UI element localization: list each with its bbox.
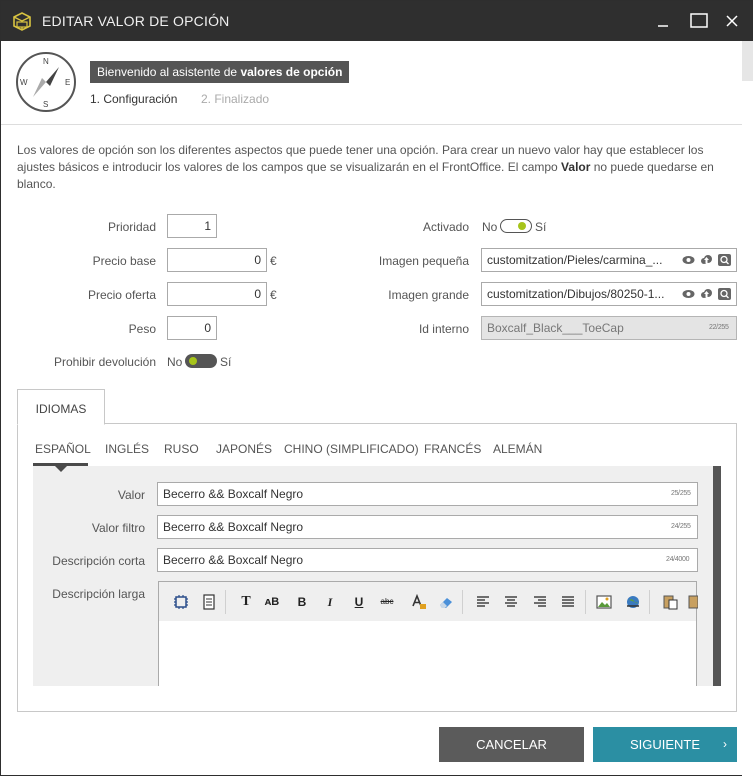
align-center-icon[interactable] [502,594,520,610]
upload-cloud-icon[interactable] [700,254,713,266]
peso-label: Peso [128,322,156,336]
precio-oferta-unit: € [270,288,277,302]
valor-filtro-counter: 24/255 [671,523,691,530]
activado-toggle[interactable]: No Sí [482,219,552,235]
tab-lang-aleman[interactable]: ALEMÁN [493,442,542,456]
svg-text:E: E [65,78,70,87]
window-title: EDITAR VALOR DE OPCIÓN [42,13,230,29]
precio-oferta-input[interactable]: 0 [167,282,267,306]
valor-input[interactable]: Becerro && Boxcalf Negro [157,482,698,506]
descripcion-corta-counter: 24/4000 [666,556,690,563]
zoom-icon[interactable] [718,288,731,300]
valor-filtro-input[interactable]: Becerro && Boxcalf Negro [157,515,698,539]
upload-cloud-icon[interactable] [700,288,713,300]
prioridad-label: Prioridad [107,220,156,234]
precio-base-unit: € [270,254,277,268]
align-left-icon[interactable] [474,594,492,610]
tab-lang-ingles[interactable]: INGLÉS [105,442,149,456]
peso-input[interactable]: 0 [167,316,217,340]
tab-lang-chino[interactable]: CHINO (SIMPLIFICADO) [284,442,419,456]
wizard-step-finalizado: 2. Finalizado [201,92,270,106]
id-interno-input: Boxcalf_Black___ToeCap [481,316,737,340]
zoom-icon[interactable] [718,254,731,266]
valor-label: Valor [117,488,145,502]
active-tab-caret [55,466,67,472]
window-scrollbar-thumb[interactable] [742,41,753,81]
link-globe-icon[interactable] [624,594,642,610]
descripcion-larga-editor[interactable] [158,621,697,686]
window-scrollbar[interactable] [742,41,753,777]
image-icon[interactable] [595,594,613,610]
id-interno-label: Id interno [418,322,469,336]
eraser-icon[interactable] [437,594,455,610]
paste-icon[interactable] [661,594,679,610]
source-icon[interactable] [172,594,190,610]
tab-lang-espanol[interactable]: ESPAÑOL [35,442,91,456]
paste-text-icon[interactable] [687,594,698,610]
descripcion-larga-label: Descripción larga [52,587,145,601]
panel-top-border [104,423,737,424]
text-style-icon[interactable]: T [237,594,255,610]
rich-text-toolbar: T ᴀB B I U abc [158,581,698,621]
eye-icon[interactable] [682,288,695,300]
valor-counter: 25/255 [671,490,691,497]
title-bar[interactable]: EDITAR VALOR DE OPCIÓN [1,1,752,41]
svg-text:N: N [43,57,49,66]
compass-icon: N E S W [16,52,76,112]
prioridad-input[interactable]: 1 [167,214,217,238]
strikethrough-icon[interactable]: abc [378,594,396,610]
valor-filtro-label: Valor filtro [91,521,145,535]
lang-content-scrollbar[interactable] [713,466,721,686]
align-justify-icon[interactable] [559,594,577,610]
bold-icon[interactable]: B [293,594,311,610]
prohibir-devolucion-toggle[interactable]: No Sí [167,354,237,370]
activado-label: Activado [422,220,469,234]
tab-lang-ruso[interactable]: RUSO [164,442,199,456]
intro-text: Los valores de opción son los diferentes… [17,143,714,191]
dialog-window: EDITAR VALOR DE OPCIÓN N E S W Bienvenid… [0,0,753,777]
maximize-icon[interactable] [687,9,711,33]
tab-lang-frances[interactable]: FRANCÉS [424,442,481,456]
minimize-icon[interactable] [651,9,675,33]
small-caps-icon[interactable]: ᴀB [263,594,281,610]
id-interno-counter: 22/255 [709,324,729,331]
italic-icon[interactable]: I [321,594,339,610]
align-right-icon[interactable] [531,594,549,610]
descripcion-corta-input[interactable]: Becerro && Boxcalf Negro [157,548,698,572]
svg-text:W: W [20,78,28,87]
font-color-icon[interactable] [409,594,427,610]
close-icon[interactable] [720,9,744,33]
eye-icon[interactable] [682,254,695,266]
next-button[interactable]: SIGUIENTE › [593,727,737,762]
precio-base-input[interactable]: 0 [167,248,267,272]
imagen-pequena-label: Imagen pequeña [378,254,469,268]
descripcion-corta-label: Descripción corta [52,554,145,568]
tab-idiomas[interactable]: IDIOMAS [17,389,105,425]
cancel-button[interactable]: CANCELAR [439,727,584,762]
svg-text:S: S [43,100,48,109]
prohibir-devolucion-label: Prohibir devolución [53,355,156,369]
header-divider [1,124,742,125]
wizard-welcome-banner: Bienvenido al asistente de valores de op… [90,61,350,83]
chevron-right-icon: › [723,737,727,751]
underline-icon[interactable]: U [350,594,368,610]
imagen-grande-label: Imagen grande [388,288,469,302]
wizard-step-configuracion: 1. Configuración [90,92,178,106]
precio-base-label: Precio base [92,254,156,268]
next-button-label: SIGUIENTE [629,737,701,752]
imagen-grande-actions [682,288,736,300]
precio-oferta-label: Precio oferta [87,288,156,302]
document-icon[interactable] [200,594,218,610]
cube-tag-icon [13,12,31,31]
imagen-pequena-actions [682,254,736,266]
tab-lang-japones[interactable]: JAPONÉS [216,442,272,456]
